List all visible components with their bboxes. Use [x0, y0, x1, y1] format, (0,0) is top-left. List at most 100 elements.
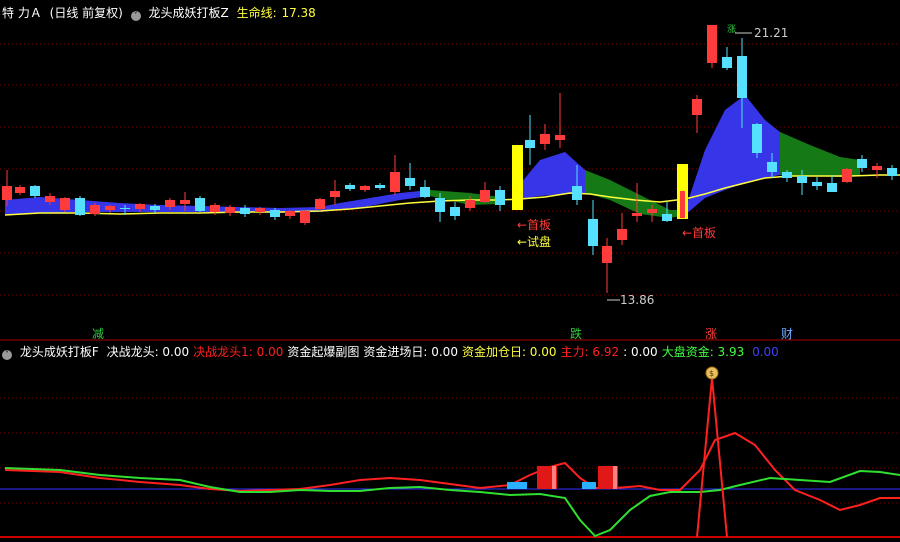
- candle-body: [165, 200, 175, 207]
- candle-body: [737, 56, 747, 98]
- highlight-bar-1: [512, 145, 523, 210]
- candle-body: [240, 208, 250, 214]
- sub-item-0: 决战龙头: 0.00: [106, 345, 190, 359]
- stock-name[interactable]: 特 力Ａ: [2, 6, 42, 20]
- marker-jian: 减: [92, 327, 104, 341]
- sub-item-8: 0.00: [748, 345, 779, 359]
- high-price-label: 21.21: [754, 26, 788, 40]
- candle-body: [692, 99, 702, 115]
- marker-cai: 财: [781, 327, 793, 341]
- candle-body: [285, 211, 295, 216]
- candle-body: [495, 190, 505, 205]
- candle-body: [300, 211, 310, 223]
- candle-body: [75, 198, 85, 215]
- candle-body: [480, 190, 490, 202]
- candle-body: [45, 196, 55, 202]
- sub-item-5: 主力: 6.92: [560, 345, 620, 359]
- candle-body: [572, 186, 582, 200]
- sub-item-1: 决战龙头1: 0.00: [193, 345, 284, 359]
- low-price-label: 13.86: [620, 293, 654, 307]
- candle-body: [420, 187, 430, 197]
- candle-body: [270, 210, 280, 217]
- first-board-label-2: ←首板: [682, 226, 716, 240]
- sub-bar-1: [507, 482, 527, 489]
- lifeline-value: 17.38: [281, 6, 316, 20]
- red-line: [4, 431, 900, 512]
- candle-body: [450, 207, 460, 216]
- marker-zhang: 涨: [705, 326, 717, 341]
- candle-body: [662, 214, 672, 221]
- candle-body: [812, 182, 822, 186]
- candle-body: [842, 169, 852, 182]
- candle-body: [632, 213, 642, 216]
- spike-line: [696, 377, 728, 538]
- dropdown-chevron-icon[interactable]: ˅: [130, 11, 141, 21]
- candle-body: [752, 124, 762, 153]
- indicator-name[interactable]: 龙头成妖打板Z: [149, 6, 229, 20]
- candle-body: [60, 198, 70, 210]
- candle-body: [782, 172, 792, 178]
- candle-body: [180, 200, 190, 204]
- highlight-bar-2-inner: [680, 191, 685, 218]
- candle-body: [105, 206, 115, 210]
- signal-glyph: 涨: [727, 24, 736, 35]
- sub-header: ˅ 龙头成妖打板F 决战龙头: 0.00 决战龙头1: 0.00 资金起爆副图 资金进…: [2, 344, 787, 360]
- candle-body: [225, 207, 235, 213]
- candle-body: [887, 168, 897, 176]
- candle-body: [722, 57, 732, 68]
- candle-body: [405, 178, 415, 186]
- svg-text:$: $: [709, 369, 714, 378]
- candle-body: [150, 206, 160, 210]
- sub-item-3: 资金进场日: 0.00: [363, 345, 458, 359]
- candle-body: [555, 135, 565, 140]
- candle-body: [390, 172, 400, 192]
- candle-body: [602, 246, 612, 263]
- candle-body: [315, 199, 325, 209]
- candle-body: [255, 208, 265, 212]
- sub-indicator-name[interactable]: 龙头成妖打板F: [20, 345, 99, 359]
- first-board-label-1: ←首板: [517, 218, 551, 232]
- main-header: 特 力Ａ (日线 前复权) ˅ 龙头成妖打板Z 生命线: 17.38: [2, 5, 320, 21]
- candle-body: [540, 134, 550, 144]
- chart-area[interactable]: 21.21 涨 13.86 ←首板 ←试盘 ←首板 减 跌 涨 财 $: [0, 0, 900, 542]
- candle-body: [210, 205, 220, 212]
- candle-body: [435, 198, 445, 212]
- candle-body: [15, 187, 25, 193]
- candle-body: [135, 204, 145, 209]
- candle-body: [647, 209, 657, 213]
- candle-body: [588, 219, 598, 246]
- candle-body: [375, 185, 385, 188]
- sub-bar-2-hi: [552, 466, 556, 489]
- candle-body: [2, 186, 12, 200]
- marker-die: 跌: [570, 326, 582, 341]
- sub-dropdown-chevron-icon[interactable]: ˅: [2, 350, 12, 360]
- candle-body: [330, 191, 340, 197]
- candle-body: [90, 205, 100, 214]
- candle-body: [465, 200, 475, 208]
- candle-body: [525, 140, 535, 148]
- candle-body: [360, 186, 370, 190]
- candle-body: [120, 208, 130, 209]
- candle-body: [797, 176, 807, 183]
- green-line: [4, 467, 900, 538]
- candle-body: [345, 185, 355, 189]
- sub-item-2: 资金起爆副图: [287, 345, 360, 359]
- sub-gridlines: [0, 397, 900, 504]
- candle-body: [707, 25, 717, 63]
- trial-board-label: ←试盘: [517, 234, 551, 249]
- candle-body: [872, 166, 882, 170]
- candle-body: [30, 186, 40, 196]
- candle-body: [767, 162, 777, 172]
- lifeline-label: 生命线:: [236, 6, 277, 20]
- sub-item-7: 大盘资金: 3.93: [661, 345, 745, 359]
- candle-body: [857, 159, 867, 168]
- candle-body: [827, 183, 837, 192]
- candle-body: [617, 229, 627, 240]
- sub-item-6: : 0.00: [623, 345, 658, 359]
- period-label[interactable]: (日线 前复权): [50, 6, 123, 20]
- candle-body: [195, 198, 205, 211]
- sub-bar-4-hi: [613, 466, 617, 489]
- sub-item-4: 资金加仓日: 0.00: [461, 345, 557, 359]
- money-bag-icon: $: [705, 366, 719, 380]
- sub-bar-3: [582, 482, 596, 489]
